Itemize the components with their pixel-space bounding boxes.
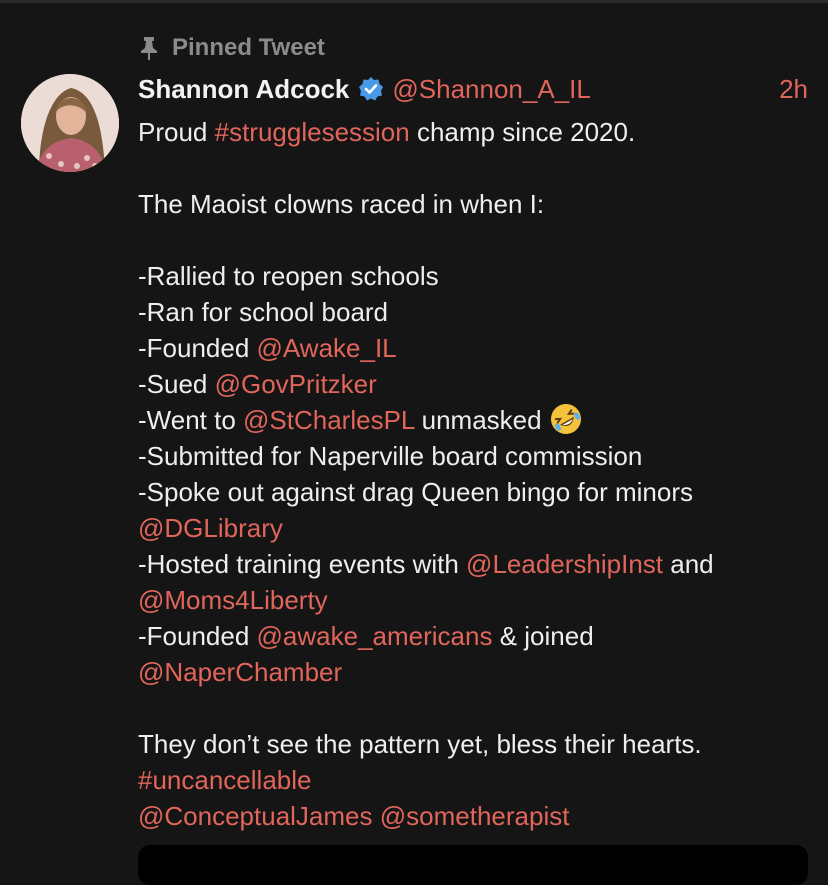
media-card[interactable] (138, 845, 808, 885)
mention-link[interactable]: @awake_americans (257, 621, 493, 651)
mention-link[interactable]: @Moms4Liberty (138, 585, 328, 615)
tweet-text: & joined (492, 621, 594, 651)
mention-link[interactable]: @sometherapist (380, 801, 570, 831)
tweet-text: Proud (138, 117, 215, 147)
avatar-photo (21, 74, 119, 172)
tweet-line: They don’t see the pattern yet, bless th… (138, 729, 702, 759)
tweet-line: @ConceptualJames @sometherapist (138, 798, 808, 834)
tweet-line: -Founded @Awake_IL (138, 330, 808, 366)
tweet-text: and (663, 549, 714, 579)
author-name[interactable]: Shannon Adcock (138, 74, 349, 105)
mention-link[interactable]: @Awake_IL (257, 333, 397, 363)
rolling-laughing-emoji-icon (550, 404, 581, 434)
tweet-text: -Went to (138, 405, 244, 435)
tweet-line: The Maoist clowns raced in when I: (138, 189, 545, 219)
tweet-text: -Sued (138, 369, 215, 399)
pinned-label: Pinned Tweet (172, 34, 325, 61)
line-break (138, 150, 808, 186)
pin-icon (141, 37, 157, 60)
tweet-text: champ since 2020. (409, 117, 636, 147)
verified-badge-icon (359, 77, 384, 101)
tweet-text (373, 801, 380, 831)
tweet-body: Proud #strugglesession champ since 2020.… (138, 114, 808, 834)
tweet-line: @DGLibrary (138, 510, 808, 546)
tweet-line: Proud #strugglesession champ since 2020. (138, 114, 808, 150)
pinned-indicator: Pinned Tweet (138, 32, 325, 64)
tweet-text: -Founded (138, 621, 257, 651)
tweet-line: -Spoke out against drag Queen bingo for … (138, 477, 694, 507)
tweet-line: -Hosted training events with @Leadership… (138, 546, 808, 582)
top-divider (0, 0, 828, 3)
mention-link[interactable]: @DGLibrary (138, 513, 283, 543)
mention-link[interactable]: @ConceptualJames (138, 801, 373, 831)
tweet-line: -Ran for school board (138, 297, 389, 327)
tweet-line: @NaperChamber (138, 654, 808, 690)
line-break (138, 222, 808, 258)
hashtag-link[interactable]: #uncancellable (138, 765, 311, 795)
tweet-text: -Founded (138, 333, 257, 363)
avatar[interactable] (21, 74, 119, 172)
tweet-line: -Rallied to reopen schools (138, 261, 439, 291)
mention-link[interactable]: @LeadershipInst (466, 549, 663, 579)
tweet-line: -Submitted for Naperville board commissi… (138, 441, 643, 471)
tweet-line: -Founded @awake_americans & joined (138, 618, 808, 654)
tweet-header: Shannon Adcock @Shannon_A_IL 2h (138, 70, 808, 108)
mention-link[interactable]: @NaperChamber (138, 657, 342, 687)
tweet-line: @Moms4Liberty (138, 582, 808, 618)
mention-link[interactable]: @StCharlesPL (243, 405, 414, 435)
tweet-line: -Went to @StCharlesPL unmasked (138, 402, 808, 438)
hashtag-link[interactable]: #strugglesession (215, 117, 410, 147)
tweet-line: #uncancellable (138, 762, 808, 798)
tweet-text: -Hosted training events with (138, 549, 467, 579)
line-break (138, 690, 808, 726)
author-handle[interactable]: @Shannon_A_IL (392, 74, 590, 105)
tweet-line: -Sued @GovPritzker (138, 366, 808, 402)
tweet-timestamp[interactable]: 2h (779, 74, 808, 105)
mention-link[interactable]: @GovPritzker (215, 369, 377, 399)
tweet-text: unmasked (414, 405, 549, 435)
